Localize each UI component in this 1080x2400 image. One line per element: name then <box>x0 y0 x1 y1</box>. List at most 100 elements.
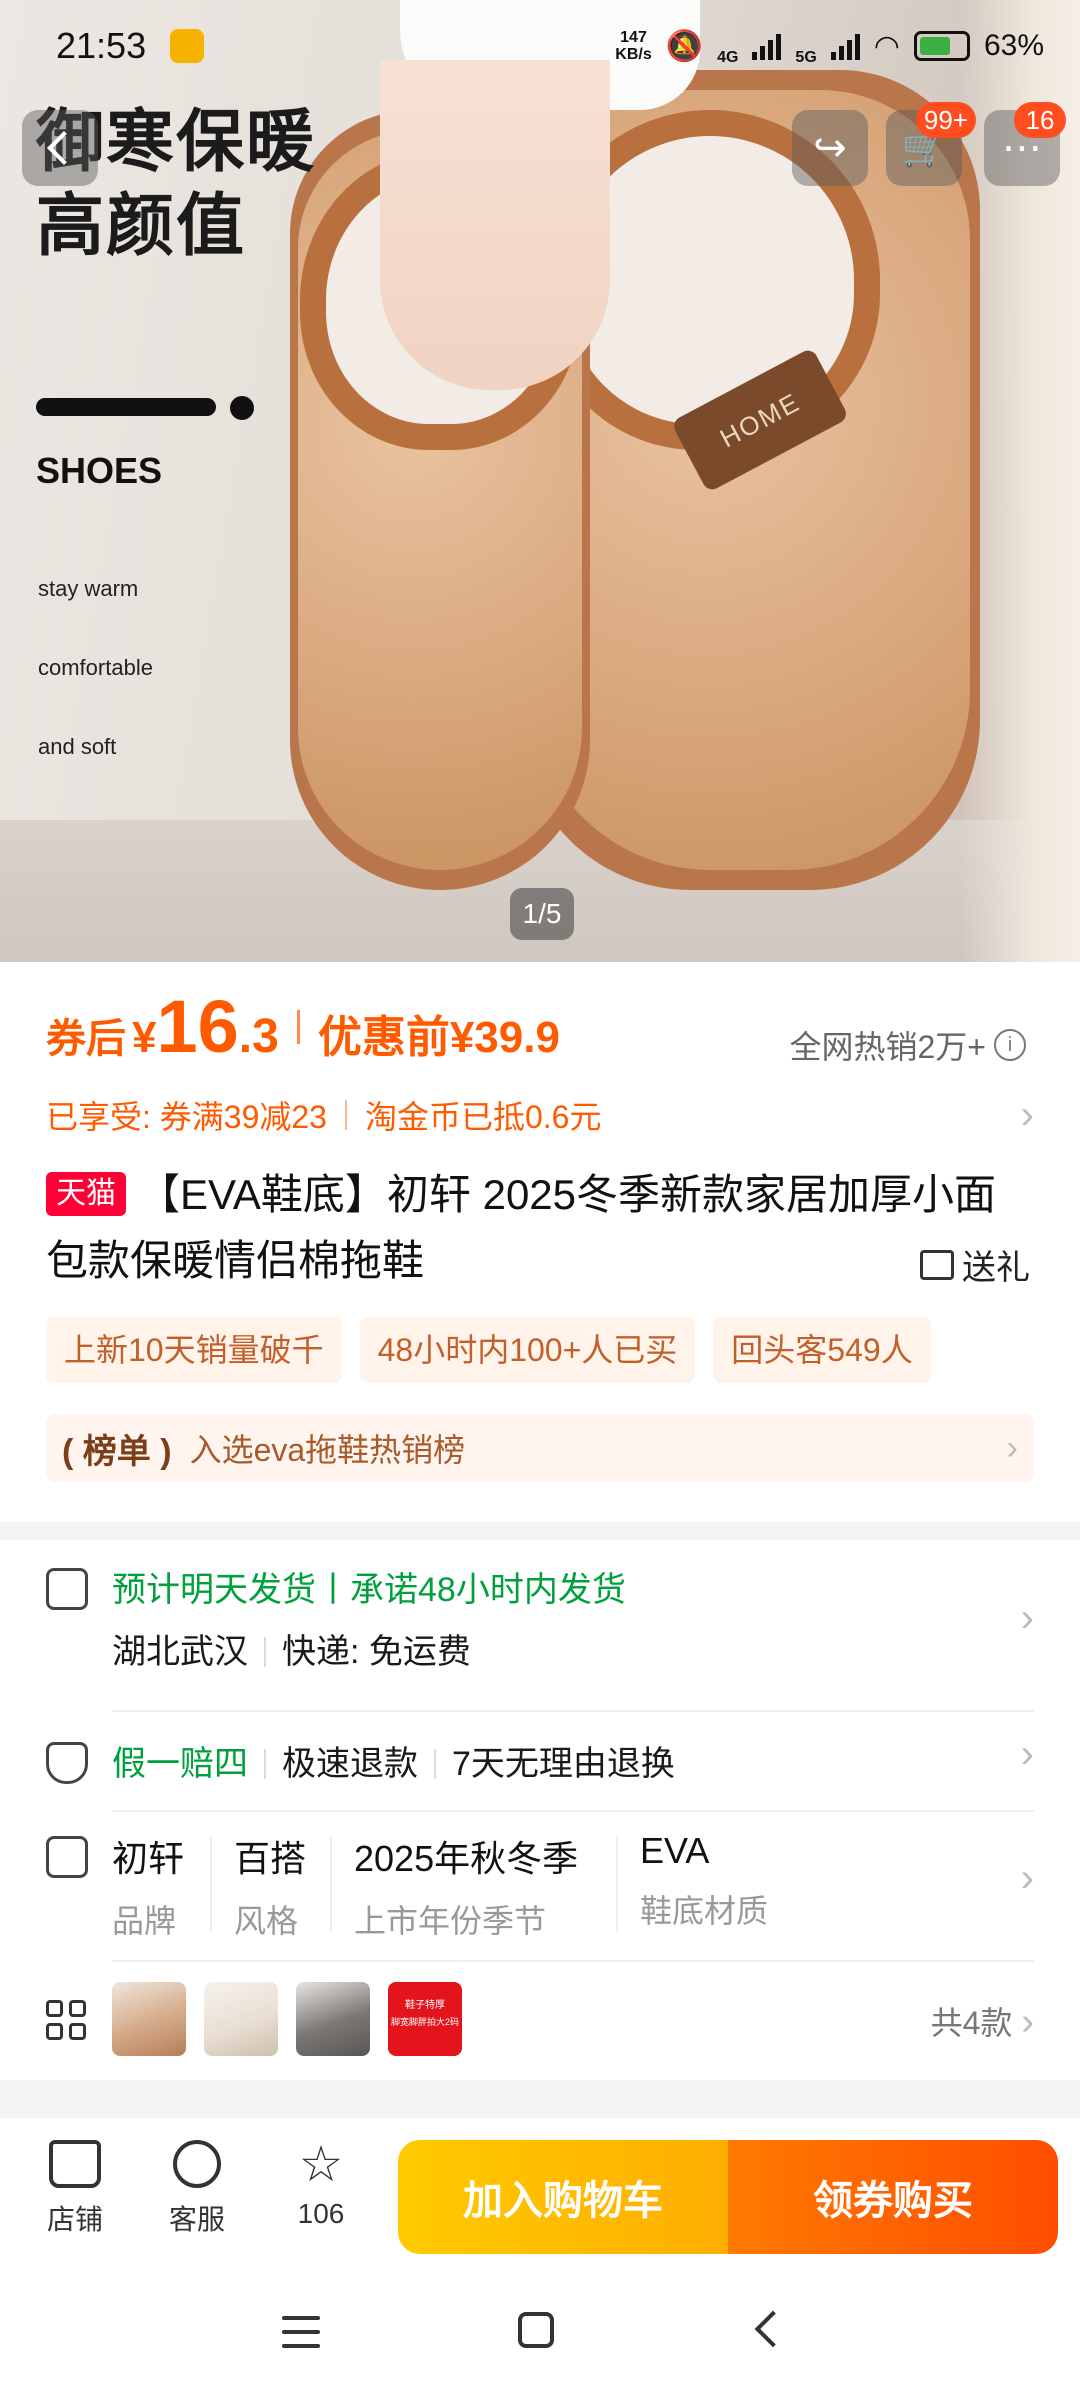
divider <box>112 1810 1034 1812</box>
ranking-banner[interactable]: ( 榜单 ) 入选eva拖鞋热销榜 › <box>46 1414 1034 1482</box>
variant-thumbnail[interactable] <box>112 1982 186 2056</box>
grid-icon <box>46 2000 86 2040</box>
chevron-left-icon <box>47 131 81 165</box>
selling-tag: 回头客549人 <box>713 1317 931 1383</box>
product-title-text: 【EVA鞋底】初轩 2025冬季新款家居加厚小面包款保暖情侣棉拖鞋 <box>46 1171 997 1284</box>
store-icon <box>49 2140 101 2188</box>
guarantee-fake-compensation: 假一赔四 <box>112 1745 248 1783</box>
menu-icon[interactable] <box>282 2316 320 2348</box>
chevron-right-icon: › <box>1020 1596 1034 1640</box>
variant-thumbnail[interactable]: 鞋子特厚 脚宽脚胖拍大2码 <box>388 1982 462 2056</box>
promo-divider <box>344 1100 347 1130</box>
guarantee-return: 7天无理由退换 <box>452 1745 675 1783</box>
shipping-details: 湖北武汉 快递: 免运费 <box>112 1624 471 1673</box>
feature-text: stay warm <box>38 576 139 601</box>
shipping-promise: 预计明天发货丨承诺48小时内发货 <box>112 1571 626 1609</box>
status-time: 21:53 <box>56 25 147 66</box>
wifi-icon: ◠ <box>873 29 900 63</box>
add-to-cart-button[interactable]: 加入购物车 <box>398 2140 728 2254</box>
buy-with-coupon-button[interactable]: 领券购买 <box>728 2140 1058 2254</box>
gift-icon <box>920 1249 954 1280</box>
promo-coupon: 已享受: 券满39减23 <box>46 1099 327 1135</box>
tmall-badge: 天猫 <box>46 1172 126 1216</box>
variant-thumbnail[interactable] <box>204 1982 278 2056</box>
attribute-item: 2025年秋冬季 上市年份季节 <box>354 1838 579 1939</box>
hot-sales-text: 全网热销2万+ <box>789 1029 987 1065</box>
divider <box>330 1836 332 1932</box>
divider <box>264 1749 266 1779</box>
product-title: 天猫 【EVA鞋底】初轩 2025冬季新款家居加厚小面包款保暖情侣棉拖鞋 <box>46 1162 1036 1294</box>
attribute-item: EVA 鞋底材质 <box>640 1830 769 1929</box>
network-5g-label: 5G <box>795 49 817 66</box>
clipboard-icon <box>46 1836 88 1878</box>
share-button[interactable]: ↪ <box>792 110 868 186</box>
shoes-label: SHOES <box>36 450 163 491</box>
battery-icon <box>913 31 970 61</box>
selling-point-tags: 上新10天销量破千 48小时内100+人已买 回头客549人 <box>46 1317 931 1383</box>
info-icon: i <box>994 1029 1026 1061</box>
decor-bar <box>36 398 216 416</box>
hot-sales[interactable]: 全网热销2万+ i <box>789 1022 1026 1068</box>
network-4g-label: 4G <box>717 49 739 66</box>
price-row: 券后 ¥ 16 .3 优惠前¥39.9 <box>46 984 560 1069</box>
chevron-right-icon: › <box>1020 1732 1034 1776</box>
chevron-right-icon: › <box>1006 1428 1018 1467</box>
guarantee-refund: 极速退款 <box>282 1745 418 1783</box>
network-speed: 147 KB/s <box>615 29 652 63</box>
price-integer: 16 <box>156 985 239 1068</box>
share-icon: ↪ <box>813 126 847 170</box>
variant-thumbnail[interactable] <box>296 1982 370 2056</box>
chevron-right-icon: › <box>1020 1092 1034 1137</box>
promo-row[interactable]: 已享受: 券满39减23 淘金币已抵0.6元 › <box>46 1092 1034 1138</box>
decor-dot <box>230 396 254 420</box>
status-bar: 21:53 147 KB/s 🔕 4G 5G ◠ 63% <box>0 0 1080 92</box>
price-decimal: .3 <box>238 1010 279 1063</box>
back-icon[interactable] <box>754 2310 792 2348</box>
ranking-text: 入选eva拖鞋热销榜 <box>189 1432 466 1468</box>
guarantee-row[interactable]: 假一赔四 极速退款 7天无理由退换 › <box>0 1732 1080 1792</box>
cart-button[interactable]: 🛒 99+ <box>886 102 976 186</box>
ranking-badge: ( 榜单 ) <box>62 1432 172 1471</box>
divider <box>210 1836 212 1932</box>
shipping-fee: 快递: 免运费 <box>282 1633 471 1671</box>
back-button[interactable] <box>22 110 98 186</box>
divider <box>112 1960 1034 1962</box>
signal-icon <box>752 32 782 60</box>
signal-icon <box>830 32 860 60</box>
store-button[interactable]: 店铺 <box>30 2140 120 2238</box>
selling-tag: 48小时内100+人已买 <box>359 1317 696 1383</box>
system-navigation-bar <box>0 2268 1080 2400</box>
more-menu-button[interactable]: ⋯ 16 <box>984 102 1066 186</box>
cart-badge: 99+ <box>915 102 976 138</box>
feature-text: comfortable <box>38 655 153 680</box>
divider <box>434 1749 436 1779</box>
price-before-discount: 优惠前¥39.9 <box>317 1013 560 1062</box>
delivery-truck-icon <box>46 1568 88 1610</box>
headline-line-2: 高颜值 <box>36 188 247 264</box>
battery-level: 63% <box>983 29 1044 62</box>
favorite-button[interactable]: ☆ 106 <box>276 2136 366 2230</box>
currency-symbol: ¥ <box>132 1013 157 1062</box>
price-divider <box>296 1009 300 1044</box>
image-pager: 1/5 <box>510 888 574 940</box>
shipping-row[interactable]: 预计明天发货丨承诺48小时内发货 湖北武汉 快递: 免运费 › <box>0 1562 1080 1682</box>
price-card: 券后 ¥ 16 .3 优惠前¥39.9 全网热销2万+ i 已享受: 券满39减… <box>0 962 1080 1522</box>
message-badge: 16 <box>1014 102 1066 138</box>
chevron-right-icon: › <box>1020 1856 1034 1900</box>
home-icon[interactable] <box>518 2312 554 2348</box>
gift-button[interactable]: 送礼 <box>920 1240 1030 1289</box>
customer-service-button[interactable]: 客服 <box>152 2140 242 2238</box>
shipping-origin: 湖北武汉 <box>112 1633 248 1671</box>
variant-count[interactable]: 共4款 › <box>931 1998 1034 2044</box>
chat-face-icon <box>173 2140 221 2188</box>
divider <box>264 1637 266 1667</box>
notification-app-icon <box>170 29 205 63</box>
mute-icon: 🔕 <box>665 29 704 63</box>
guarantee-text: 假一赔四 极速退款 7天无理由退换 <box>112 1736 675 1785</box>
chevron-right-icon: › <box>1021 2001 1034 2043</box>
shield-check-icon <box>46 1742 88 1784</box>
star-icon: ☆ <box>298 2136 344 2192</box>
divider <box>112 1710 1034 1712</box>
promo-coins: 淘金币已抵0.6元 <box>364 1099 602 1135</box>
model-hand <box>380 60 610 390</box>
